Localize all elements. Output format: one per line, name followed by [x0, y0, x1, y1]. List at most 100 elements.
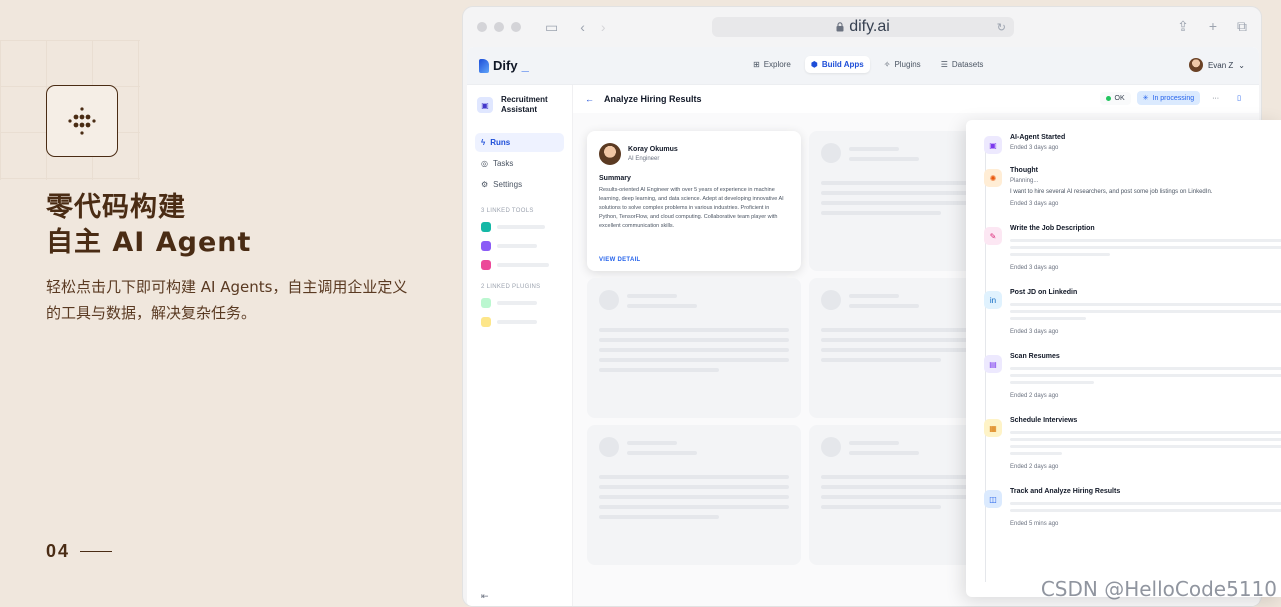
- panel-toggle-icon[interactable]: ▯: [1231, 91, 1247, 105]
- reload-icon[interactable]: ↻: [997, 21, 1006, 34]
- brain-icon: ✺: [984, 169, 1002, 187]
- skeleton-line: [599, 328, 789, 332]
- calendar-icon: ▦: [984, 419, 1002, 437]
- more-button[interactable]: ···: [1206, 91, 1226, 105]
- timeline-item[interactable]: ◫ Track and Analyze Hiring Results Ended…: [974, 488, 1281, 527]
- brand-suffix: _: [521, 58, 529, 73]
- nav-datasets-label: Datasets: [951, 60, 984, 69]
- linked-tool-row[interactable]: [481, 241, 564, 251]
- candidate-avatar: [599, 143, 621, 165]
- forward-arrow-icon[interactable]: ›: [601, 19, 606, 35]
- status-badge-processing: ✳ In processing: [1136, 91, 1201, 105]
- linked-tools-header: 3 LINKED TOOLS: [481, 208, 534, 214]
- timeline-item[interactable]: in Post JD on Linkedin Ended 3 days ago: [974, 289, 1281, 335]
- back-arrow-icon[interactable]: ‹: [580, 19, 585, 35]
- tool-icon: [481, 222, 491, 232]
- sidebar-item-runs[interactable]: ϟ Runs: [475, 133, 564, 152]
- skeleton-line: [599, 475, 789, 479]
- skeleton-line: [599, 358, 789, 362]
- share-icon[interactable]: ⇪: [1177, 18, 1189, 35]
- timeline-item-time: Ended 3 days ago: [1010, 329, 1059, 335]
- dots-cluster-icon: [68, 107, 96, 135]
- timeline-item-title: Write the Job Description: [1010, 225, 1095, 232]
- address-bar[interactable]: dify.ai ↻: [712, 17, 1014, 37]
- main-header: ← Analyze Hiring Results OK ✳ In processi…: [573, 85, 1259, 113]
- feature-logo: [46, 85, 118, 157]
- timeline-item-title: Post JD on Linkedin: [1010, 289, 1078, 296]
- sidebar-item-settings[interactable]: ⚙ Settings: [475, 175, 564, 194]
- timeline-item[interactable]: ▦ Schedule Interviews Ended 2 days ago: [974, 417, 1281, 470]
- timeline-item-title: Schedule Interviews: [1010, 417, 1078, 424]
- linked-tool-row[interactable]: [481, 260, 564, 270]
- close-dot[interactable]: [477, 22, 487, 32]
- timeline-item-time: Ended 2 days ago: [1010, 464, 1059, 470]
- robot-icon: ▣: [477, 97, 493, 113]
- tabs-overview-icon[interactable]: ⧉: [1237, 18, 1247, 35]
- skeleton-line: [1010, 502, 1281, 505]
- nav-plugins-label: Plugins: [894, 60, 921, 69]
- skeleton-line: [1010, 253, 1110, 256]
- collapse-sidebar-icon[interactable]: ⇤: [481, 591, 489, 602]
- robot-icon: ▣: [984, 136, 1002, 154]
- nav-datasets[interactable]: ☰ Datasets: [935, 56, 990, 73]
- timeline-item[interactable]: ✎ Write the Job Description Ended 3 days…: [974, 225, 1281, 271]
- skeleton-line: [1010, 509, 1281, 512]
- brand-logo[interactable]: Dify _: [479, 58, 529, 73]
- document-icon: ▤: [984, 355, 1002, 373]
- back-icon[interactable]: ←: [585, 94, 594, 104]
- header-actions: OK ✳ In processing ··· ▯: [1099, 91, 1247, 105]
- brand-name: Dify: [493, 58, 518, 73]
- chart-icon: ◫: [984, 490, 1002, 508]
- sidebar-toggle-icon[interactable]: ▭: [545, 19, 558, 36]
- skeleton-line: [821, 358, 941, 362]
- status-ok-label: OK: [1114, 94, 1125, 102]
- status-badge-ok: OK: [1099, 91, 1131, 105]
- summary-text: Results-oriented AI Engineer with over 5…: [599, 187, 784, 229]
- current-app[interactable]: ▣ Recruitment Assistant: [477, 95, 564, 115]
- skeleton-line: [1010, 438, 1281, 441]
- nav-explore[interactable]: ⊞ Explore: [747, 56, 797, 73]
- timeline-item-time: Ended 3 days ago: [1010, 201, 1059, 207]
- skeleton-line: [1010, 239, 1281, 242]
- linked-tool-row[interactable]: [481, 222, 564, 232]
- candidate-role: AI Engineer: [628, 156, 660, 162]
- skeleton-line: [627, 294, 677, 298]
- linked-plugin-row[interactable]: [481, 317, 564, 327]
- skeleton-line: [599, 495, 789, 499]
- skeleton-line: [627, 441, 677, 445]
- skeleton-line: [849, 147, 899, 151]
- sidebar-settings-label: Settings: [493, 180, 523, 189]
- minimize-dot[interactable]: [494, 22, 504, 32]
- skeleton-line: [627, 304, 697, 308]
- maximize-dot[interactable]: [511, 22, 521, 32]
- timeline-item-title: Track and Analyze Hiring Results: [1010, 488, 1121, 495]
- timeline-item-time: Ended 3 days ago: [1010, 265, 1059, 271]
- watermark: CSDN @HelloCode5110: [1040, 577, 1277, 601]
- dify-logo-icon: [479, 58, 489, 73]
- page-title: Analyze Hiring Results: [604, 94, 702, 104]
- timeline-item-time: Ended 2 days ago: [1010, 393, 1059, 399]
- view-detail-link[interactable]: VIEW DETAIL: [599, 257, 641, 263]
- skeleton-avatar: [821, 290, 841, 310]
- nav-explore-label: Explore: [763, 60, 791, 69]
- timeline-item[interactable]: ▤ Scan Resumes Ended 2 days ago: [974, 353, 1281, 399]
- timeline-item[interactable]: ▣ AI-Agent Started Ended 3 days ago: [974, 134, 1273, 154]
- new-tab-icon[interactable]: +: [1209, 18, 1217, 35]
- skeleton-line: [1010, 445, 1281, 448]
- skeleton-line: [1010, 431, 1281, 434]
- nav-plugins[interactable]: ✧ Plugins: [878, 56, 927, 73]
- sidebar-item-tasks[interactable]: ◎ Tasks: [475, 154, 564, 173]
- linked-plugin-row[interactable]: [481, 298, 564, 308]
- timeline-item-title: AI-Agent Started: [1010, 134, 1066, 141]
- nav-build-apps[interactable]: ⬢ Build Apps: [804, 56, 870, 73]
- skeleton-line: [1010, 367, 1281, 370]
- skeleton-line: [849, 304, 919, 308]
- user-menu[interactable]: Evan Z ⌄: [1188, 58, 1245, 72]
- candidate-card[interactable]: Koray Okumus AI Engineer Summary Results…: [587, 131, 801, 271]
- skeleton-avatar: [821, 437, 841, 457]
- skeleton-line: [849, 441, 899, 445]
- skeleton-line: [599, 338, 789, 342]
- timeline-item[interactable]: ✺ Thought Planning... I want to hire sev…: [974, 167, 1273, 207]
- promo-title-line1: 零代码构建: [46, 192, 186, 223]
- skeleton-line: [849, 294, 899, 298]
